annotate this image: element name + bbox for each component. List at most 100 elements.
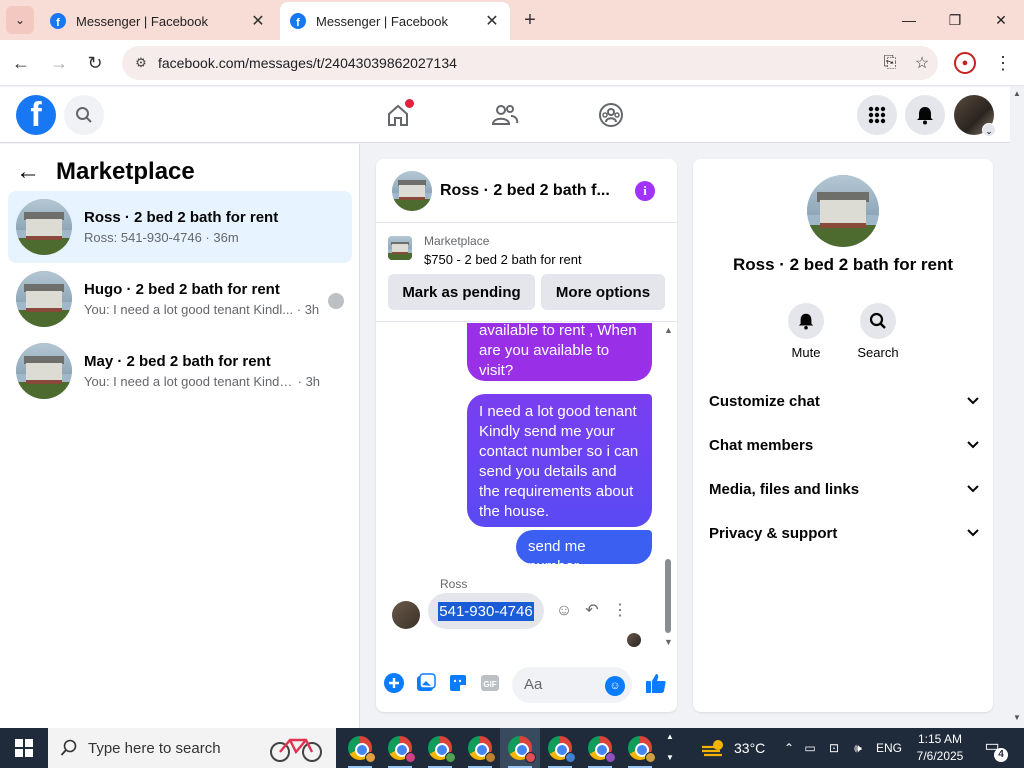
conversation-preview: Ross: 541-930-4746 <box>84 230 202 245</box>
taskbar-chrome-app[interactable] <box>500 728 540 768</box>
profile-icon[interactable]: ● <box>954 52 976 74</box>
sender-avatar[interactable] <box>392 601 420 629</box>
back-arrow-icon[interactable]: ← <box>16 158 46 186</box>
bookmark-star-icon[interactable]: ☆ <box>906 53 938 73</box>
customize-chat-row[interactable]: Customize chat <box>709 383 979 419</box>
page-scrollbar[interactable]: ▲ ▼ <box>1010 87 1024 728</box>
url-text[interactable]: facebook.com/messages/t/2404303986202713… <box>158 55 874 71</box>
mute-button[interactable]: Mute <box>776 303 836 360</box>
chat-scrollbar[interactable]: ▲ ▼ <box>662 323 674 653</box>
emoji-icon[interactable]: ☺ <box>605 676 625 696</box>
home-icon[interactable] <box>380 97 416 133</box>
selected-phone-number[interactable]: 541-930-4746 <box>438 601 534 621</box>
browser-tab-2[interactable]: f Messenger | Facebook ✕ <box>280 2 510 40</box>
omnibox[interactable]: ⚙ facebook.com/messages/t/24043039862027… <box>122 46 938 80</box>
gif-icon[interactable]: GIF <box>480 673 500 693</box>
network-icon[interactable]: ▭ <box>798 741 822 755</box>
privacy-support-row[interactable]: Privacy & support <box>709 515 979 551</box>
scroll-up-arrow-icon[interactable]: ▲ <box>664 325 673 335</box>
search-in-chat-button[interactable]: Search <box>848 303 908 360</box>
facebook-logo-icon[interactable]: f <box>16 95 56 135</box>
site-info-icon[interactable]: ⚙ <box>126 55 156 71</box>
taskbar-chrome-app[interactable] <box>580 728 620 768</box>
chevron-up-icon[interactable]: ⌃ <box>780 741 798 755</box>
install-app-icon[interactable]: ⎘ <box>874 54 906 72</box>
outgoing-message[interactable]: send me number <box>516 530 652 575</box>
outgoing-message[interactable]: I need a lot good tenant Kindly send me … <box>467 394 652 527</box>
taskbar-chrome-app[interactable] <box>620 728 660 768</box>
mark-as-pending-button[interactable]: Mark as pending <box>388 274 535 310</box>
conversation-item[interactable]: May · 2 bed 2 bath for rent You: I need … <box>8 335 352 407</box>
taskbar-chrome-app[interactable] <box>420 728 460 768</box>
scroll-down-arrow-icon[interactable]: ▼ <box>1013 713 1021 722</box>
language-indicator[interactable]: ENG <box>876 741 902 755</box>
account-avatar[interactable]: ⌄ <box>954 95 996 137</box>
bell-icon[interactable] <box>905 95 945 135</box>
maximize-button[interactable]: ❐ <box>932 0 978 40</box>
taskbar-search[interactable]: Type here to search <box>48 728 336 768</box>
address-toolbar: ← → ↻ ⚙ facebook.com/messages/t/24043039… <box>0 40 1024 86</box>
conversation-item[interactable]: Ross · 2 bed 2 bath for rent Ross: 541-9… <box>8 191 352 263</box>
groups-icon[interactable] <box>593 97 629 133</box>
chat-members-row[interactable]: Chat members <box>709 427 979 463</box>
react-emoji-icon[interactable]: ☺ <box>554 601 574 621</box>
tab-close-icon[interactable]: ✕ <box>484 11 500 31</box>
windows-start-icon[interactable] <box>0 728 48 768</box>
chrome-icon <box>348 736 376 763</box>
menu-grid-icon[interactable] <box>857 95 897 135</box>
reply-icon[interactable]: ↶ <box>582 601 602 621</box>
conversation-name: Ross · 2 bed 2 bath for rent <box>84 209 279 226</box>
forward-button[interactable]: → <box>46 50 72 76</box>
close-window-button[interactable]: ✕ <box>978 0 1024 40</box>
scroll-down-arrow-icon[interactable]: ▼ <box>664 637 673 647</box>
chrome-icon <box>468 736 496 763</box>
listing-price-title[interactable]: $750 - 2 bed 2 bath for rent <box>424 252 582 267</box>
taskbar-chrome-app[interactable] <box>380 728 420 768</box>
browser-menu-icon[interactable]: ⋮ <box>994 50 1012 76</box>
browser-tab-1[interactable]: f Messenger | Facebook ✕ <box>40 2 276 40</box>
tab-search-dropdown[interactable]: ⌄ <box>6 6 34 34</box>
chevron-up-icon[interactable]: ▲ <box>664 732 676 741</box>
reload-button[interactable]: ↻ <box>82 50 108 76</box>
photo-icon[interactable] <box>416 673 436 693</box>
chrome-icon <box>628 736 656 763</box>
taskbar-search-placeholder[interactable]: Type here to search <box>88 740 221 757</box>
taskbar-clock[interactable]: 1:15 AM 7/6/2025 <box>912 731 968 765</box>
more-options-button[interactable]: More options <box>541 274 665 310</box>
new-tab-button[interactable]: + <box>518 8 542 32</box>
taskbar-chrome-app[interactable] <box>340 728 380 768</box>
taskbar-scroll[interactable]: ▲ ▼ <box>664 728 676 768</box>
media-files-links-row[interactable]: Media, files and links <box>709 471 979 507</box>
plus-icon[interactable] <box>384 673 404 693</box>
action-center-icon[interactable]: ▭ 4 <box>980 736 1008 762</box>
info-icon[interactable]: i <box>635 181 655 201</box>
scrollbar-thumb[interactable] <box>665 559 671 633</box>
chevron-down-icon[interactable]: ▼ <box>664 753 676 762</box>
tab-title: Messenger | Facebook <box>76 13 208 29</box>
scroll-up-arrow-icon[interactable]: ▲ <box>1013 89 1021 98</box>
volume-icon[interactable]: 🕪 <box>846 741 870 756</box>
like-icon[interactable] <box>644 671 668 695</box>
browser-tab-bar: ⌄ f Messenger | Facebook ✕ f Messenger |… <box>0 0 1024 40</box>
meet-now-icon[interactable]: ⊡ <box>822 741 846 755</box>
taskbar-chrome-app[interactable] <box>540 728 580 768</box>
search-icon <box>60 739 77 756</box>
conversation-item[interactable]: Hugo · 2 bed 2 bath for rent You: I need… <box>8 263 352 335</box>
minimize-button[interactable]: — <box>886 0 932 40</box>
listing-thumbnail <box>16 343 72 399</box>
weather-widget[interactable]: 33°C <box>700 728 765 768</box>
search-icon[interactable] <box>64 95 104 135</box>
sidebar-header: ← Marketplace <box>16 158 195 186</box>
tab-close-icon[interactable]: ✕ <box>250 11 266 31</box>
chat-title[interactable]: Ross · 2 bed 2 bath f... <box>440 182 612 200</box>
taskbar-chrome-app[interactable] <box>460 728 500 768</box>
sticker-icon[interactable] <box>448 673 468 693</box>
back-button[interactable]: ← <box>8 50 34 76</box>
incoming-message[interactable]: 541-930-4746 <box>428 593 544 629</box>
chat-header[interactable]: Ross · 2 bed 2 bath f... i <box>376 159 677 223</box>
listing-thumbnail[interactable] <box>388 236 412 260</box>
outgoing-message[interactable]: available to rent , When are you availab… <box>467 323 652 381</box>
listing-photo <box>807 175 879 247</box>
more-actions-icon[interactable]: ⋮ <box>610 601 630 621</box>
friends-icon[interactable] <box>487 97 523 133</box>
